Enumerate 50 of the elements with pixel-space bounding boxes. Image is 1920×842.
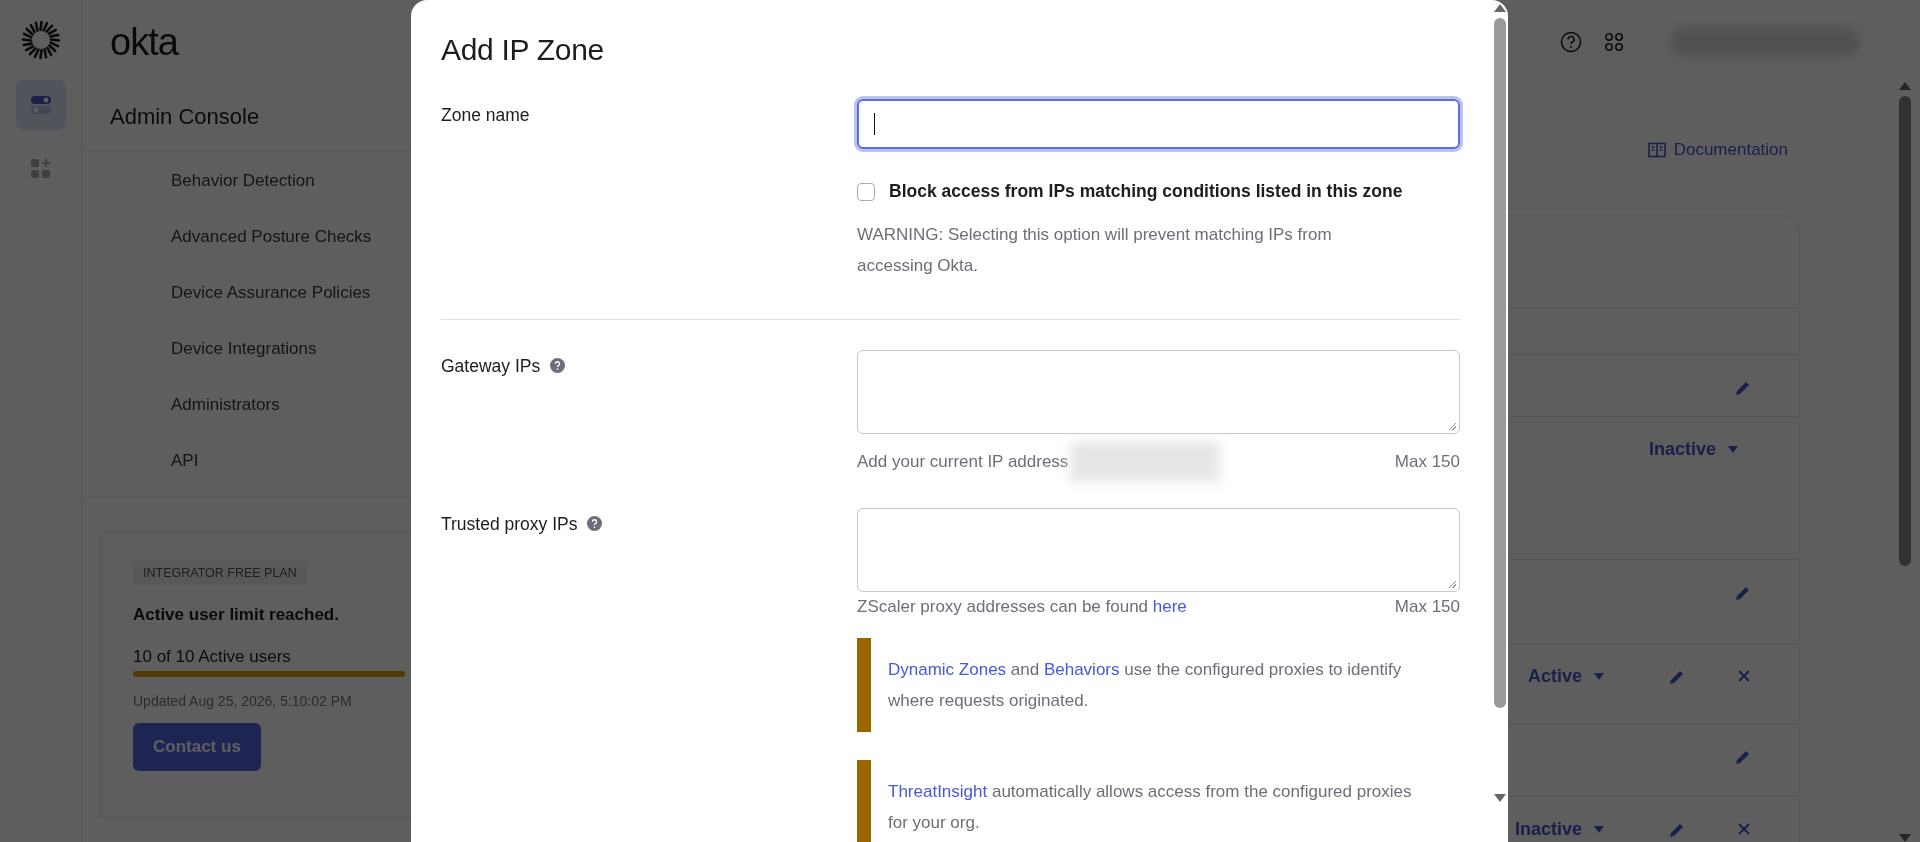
- checkbox-label[interactable]: Block access from IPs matching conditions listed in this zone: [889, 181, 1403, 202]
- checkbox[interactable]: [857, 182, 875, 201]
- plan-badge: INTEGRATOR FREE PLAN: [133, 561, 307, 585]
- edit-icon[interactable]: [1668, 668, 1686, 686]
- callout-text: ThreatInsight automatically allows access from the configured proxies for your org.: [888, 781, 1413, 834]
- close-icon[interactable]: [1736, 668, 1752, 684]
- help-icon[interactable]: [1560, 31, 1582, 53]
- scrollbar[interactable]: [1898, 82, 1912, 842]
- usage-text: 10 of 10 Active users: [133, 647, 291, 667]
- logo-icon: [20, 20, 61, 60]
- status-dropdown[interactable]: Active: [1527, 666, 1604, 687]
- warning-text: WARNING: Selecting this option will prevent matching IPs from accessing Okta.: [857, 224, 1333, 277]
- sidebar-item[interactable]: Administrators: [171, 377, 412, 433]
- dialog-title: Add IP Zone: [441, 32, 605, 68]
- link[interactable]: here: [1152, 597, 1187, 616]
- edit-icon[interactable]: [1734, 584, 1752, 602]
- edit-icon[interactable]: [1734, 748, 1752, 766]
- sidebar-item[interactable]: API: [171, 433, 412, 489]
- sidebar-item[interactable]: Device Integrations: [171, 321, 412, 377]
- toggles-icon[interactable]: [15, 80, 66, 130]
- apps-grid-icon[interactable]: [1604, 32, 1624, 52]
- text-area[interactable]: [857, 350, 1460, 434]
- field-label: Gateway IPs: [441, 356, 541, 377]
- help-icon[interactable]: [550, 358, 566, 373]
- max-count: Max 150: [1394, 597, 1460, 617]
- help-icon[interactable]: [587, 516, 603, 531]
- field-label: Trusted proxy IPs: [441, 514, 578, 535]
- link[interactable]: ThreatInsight: [888, 782, 988, 801]
- text-area[interactable]: [857, 508, 1460, 592]
- sidebar-item[interactable]: Behavior Detection: [171, 153, 412, 209]
- sidebar-item[interactable]: Device Assurance Policies: [171, 265, 412, 321]
- sidebar-item[interactable]: Advanced Posture Checks: [171, 209, 412, 265]
- edit-icon[interactable]: [1734, 379, 1752, 397]
- max-count: Max 150: [1394, 452, 1460, 472]
- status-dropdown[interactable]: Inactive: [1514, 819, 1604, 840]
- close-icon[interactable]: [1736, 821, 1752, 837]
- input-field[interactable]: [857, 99, 1460, 149]
- link[interactable]: Dynamic Zones: [888, 660, 1007, 679]
- link[interactable]: Behaviors: [1043, 660, 1120, 679]
- status-dropdown[interactable]: Inactive: [1648, 439, 1738, 460]
- callout-text: Dynamic Zones and Behaviors use the configured proxies to identify where requests originated.: [888, 659, 1403, 712]
- book-icon: [1647, 141, 1666, 158]
- documentation-link[interactable]: Documentation: [1647, 139, 1788, 160]
- hint-text: Add your current IP address: [857, 452, 1069, 472]
- plan-heading: Active user limit reached.: [133, 605, 339, 625]
- edit-icon[interactable]: [1668, 821, 1686, 839]
- field-label: Zone name: [441, 104, 531, 127]
- console-title: Admin Console: [110, 104, 260, 130]
- brand-wordmark: okta: [110, 20, 178, 64]
- hint-text: ZScaler proxy addresses can be found here: [857, 597, 1187, 617]
